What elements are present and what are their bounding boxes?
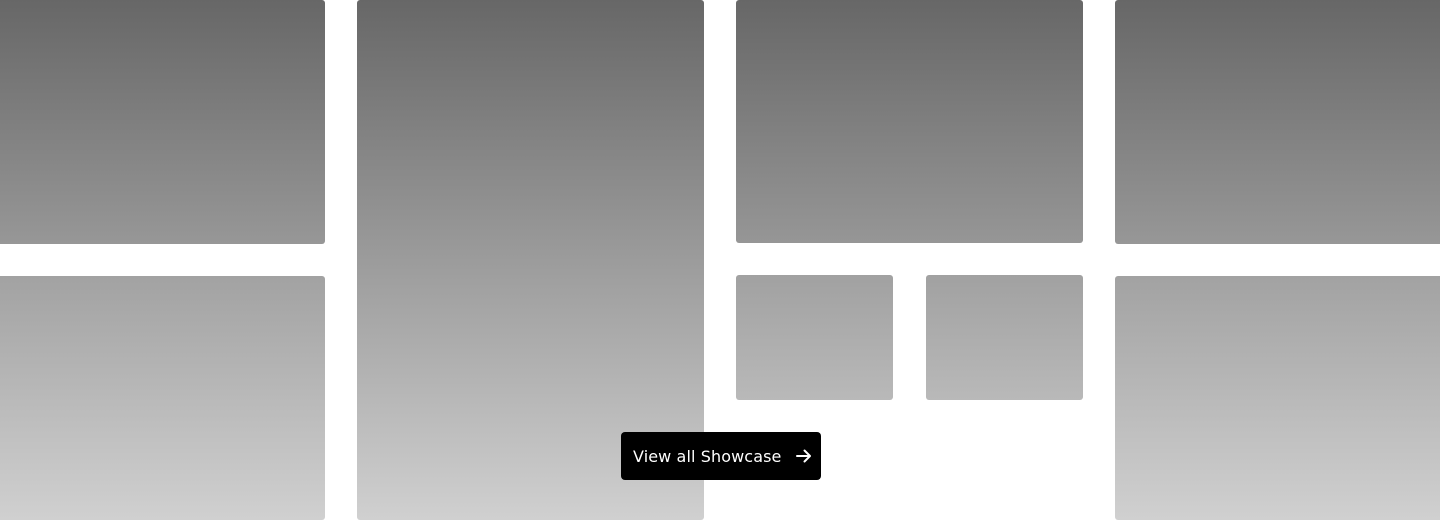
showcase-image-tile[interactable] <box>736 275 893 400</box>
showcase-image-tile[interactable] <box>0 0 325 244</box>
showcase-image-tile[interactable] <box>736 0 1083 243</box>
view-all-showcase-button[interactable]: View all Showcase <box>621 432 821 480</box>
view-all-showcase-label: View all Showcase <box>633 446 782 466</box>
arrow-right-icon <box>794 446 814 466</box>
showcase-image-tile[interactable] <box>1115 0 1440 244</box>
showcase-image-tile[interactable] <box>0 276 325 520</box>
showcase-image-tile[interactable] <box>926 275 1083 400</box>
showcase-image-tile[interactable] <box>1115 276 1440 520</box>
